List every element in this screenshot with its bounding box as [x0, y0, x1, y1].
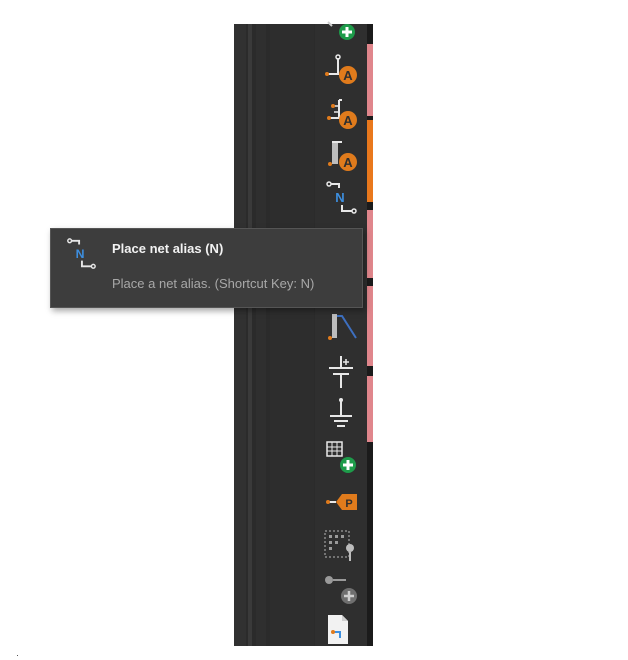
place-port-icon: P — [326, 494, 357, 510]
accent-bar-pink — [367, 286, 373, 366]
accent-bar — [367, 202, 373, 210]
sheet-symbol-button[interactable] — [322, 612, 360, 648]
panel-stripe — [270, 24, 314, 646]
accent-bar-orange — [367, 120, 373, 202]
sheet-symbol-icon — [328, 615, 348, 644]
place-bus-entry-icon — [328, 314, 357, 340]
badge-label: N — [76, 247, 85, 261]
tooltip: N Place net alias (N) Place a net alias.… — [50, 228, 363, 308]
accent-bar-pink — [367, 210, 373, 278]
place-bus-label-icon: A — [327, 99, 357, 129]
place-net-alias-icon: N — [326, 181, 357, 214]
place-power-symbol-icon — [329, 356, 353, 388]
accent-bar-pink — [367, 376, 373, 442]
badge-label: A — [343, 155, 353, 170]
place-power-symbol-button[interactable] — [322, 354, 360, 390]
add-pin-button[interactable] — [322, 570, 360, 606]
place-power-label-button[interactable]: A — [322, 138, 360, 174]
accent-bar — [367, 442, 373, 646]
panel-stripe — [248, 24, 252, 646]
accent-bar — [367, 278, 373, 286]
accent-bar-pink — [367, 44, 373, 116]
accent-bar — [367, 366, 373, 376]
place-port-button[interactable]: P — [322, 484, 360, 520]
tooltip-description: Place a net alias. (Shortcut Key: N) — [112, 276, 315, 291]
add-frame-button[interactable] — [322, 438, 360, 474]
badge-label: P — [345, 498, 352, 510]
place-net-alias-button[interactable]: N — [322, 180, 360, 216]
accent-bar — [367, 24, 373, 44]
divider — [17, 655, 18, 656]
add-frame-icon — [326, 441, 356, 473]
place-pin-grid-button[interactable] — [322, 528, 360, 564]
place-power-label-icon: A — [328, 141, 357, 171]
panel-stripe — [234, 24, 246, 646]
place-ground-symbol-button[interactable] — [322, 396, 360, 432]
panel-stripe — [256, 24, 266, 646]
place-ground-symbol-icon — [330, 398, 352, 427]
place-bus-entry-button[interactable] — [322, 312, 360, 348]
place-bus-label-button[interactable]: A — [322, 96, 360, 132]
add-component-button[interactable] — [322, 20, 360, 44]
add-component-icon — [327, 21, 355, 40]
place-net-label-icon: A — [325, 54, 357, 84]
place-net-alias-icon: N — [67, 238, 96, 269]
badge-label: A — [343, 113, 353, 128]
add-pin-icon — [325, 576, 357, 604]
badge-label: N — [335, 190, 344, 205]
place-pin-grid-icon — [324, 530, 354, 561]
place-net-label-button[interactable]: A — [322, 52, 360, 88]
badge-label: A — [343, 68, 353, 83]
tooltip-title: Place net alias (N) — [112, 241, 224, 256]
